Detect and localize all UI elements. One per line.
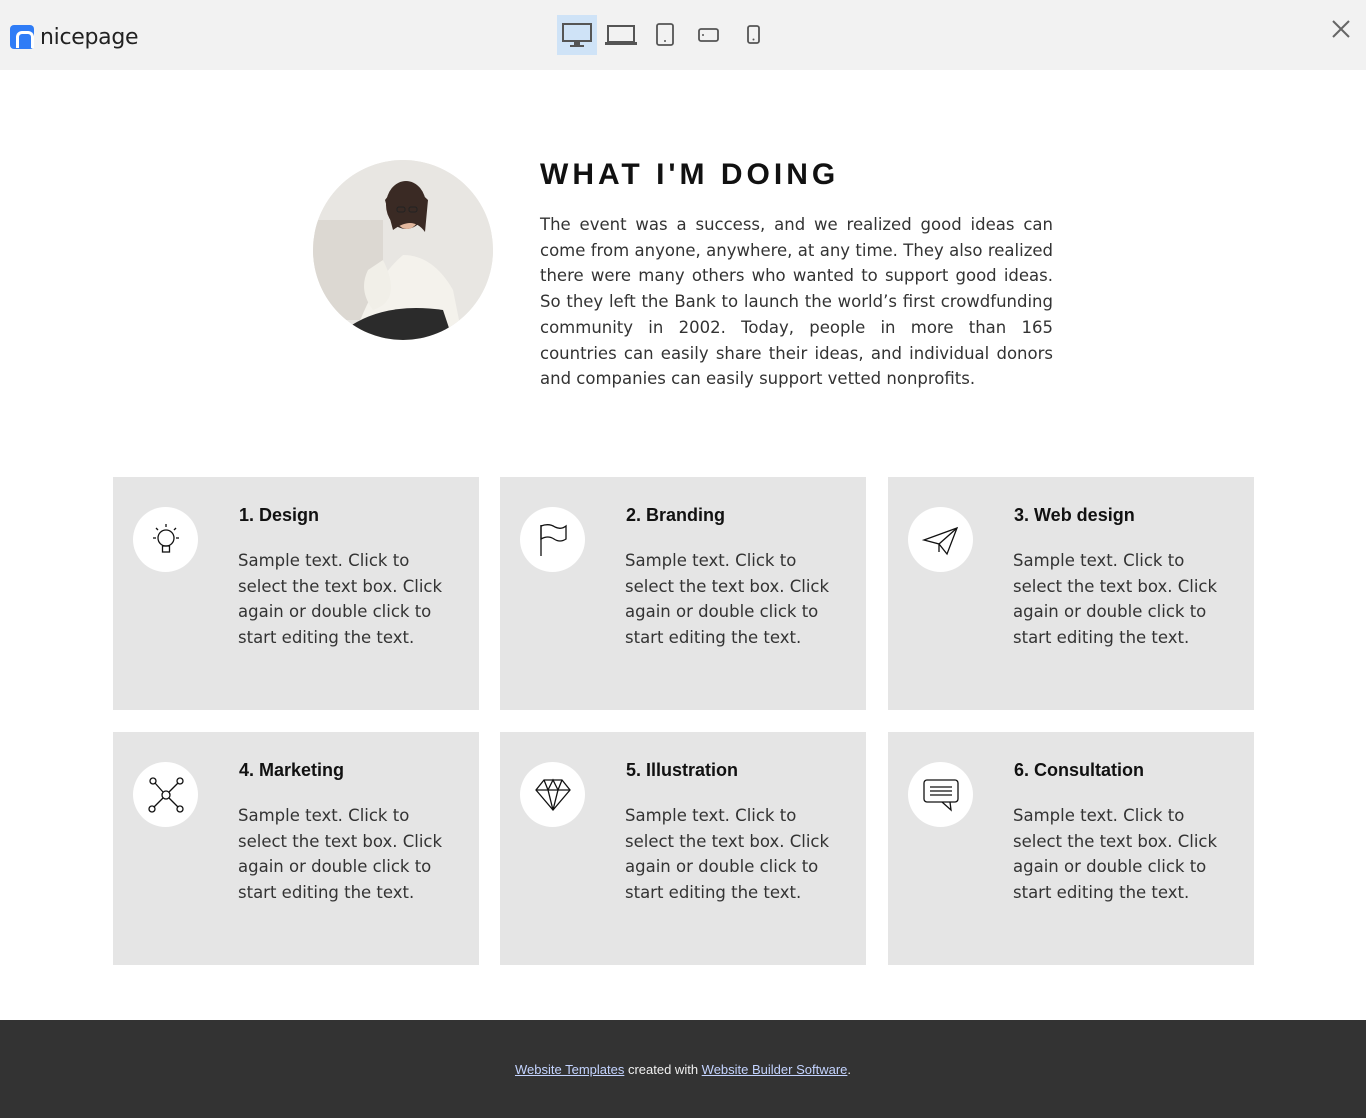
service-title: 5. Illustration [626, 760, 739, 780]
chat-icon [922, 778, 959, 812]
laptop-icon [605, 25, 637, 45]
service-card-web-design[interactable]: 3. Web design Sample text. Click to sele… [888, 477, 1254, 710]
service-title: 1. Design [239, 505, 320, 525]
tablet-icon [656, 23, 674, 46]
service-card-design[interactable]: 1. Design Sample text. Click to select t… [113, 477, 479, 710]
device-switcher [557, 15, 773, 55]
portrait-image [313, 160, 493, 340]
service-text: Sample text. Click to select the text bo… [238, 806, 443, 903]
service-text: Sample text. Click to select the text bo… [625, 551, 830, 648]
about-text: The event was a success, and we realized… [540, 215, 1053, 389]
footer: Website Templates created with Website B… [0, 1020, 1366, 1118]
service-title: 6. Consultation [1014, 760, 1144, 780]
network-icon [147, 776, 184, 813]
phone-icon [747, 25, 760, 44]
footer-middle-text: created with [624, 1061, 702, 1077]
website-builder-link[interactable]: Website Builder Software [702, 1062, 848, 1077]
website-templates-link[interactable]: Website Templates [515, 1062, 624, 1077]
device-tablet-landscape-button[interactable] [689, 15, 729, 55]
lightbulb-icon [152, 523, 179, 553]
tablet-landscape-icon [698, 28, 719, 42]
about-title: WHAT I'M DOING [540, 158, 840, 191]
service-text: Sample text. Click to select the text bo… [238, 551, 443, 648]
service-icon-circle [133, 507, 198, 572]
close-button[interactable] [1328, 16, 1354, 42]
device-phone-button[interactable] [733, 15, 773, 55]
logo-text: nicepage [40, 24, 139, 50]
device-tablet-button[interactable] [645, 15, 685, 55]
paper-plane-icon [921, 526, 958, 555]
service-card-branding[interactable]: 2. Branding Sample text. Click to select… [500, 477, 866, 710]
service-icon-circle [908, 762, 973, 827]
nicepage-logo-icon [10, 25, 34, 49]
desktop-icon [562, 23, 592, 47]
profile-photo [313, 160, 493, 340]
top-bar: nicepage [0, 0, 1366, 70]
footer-text: Website Templates created with Website B… [515, 1062, 851, 1077]
service-text: Sample text. Click to select the text bo… [1013, 551, 1218, 648]
nicepage-logo[interactable]: nicepage [10, 24, 139, 50]
device-desktop-button[interactable] [557, 15, 597, 55]
service-title: 3. Web design [1014, 505, 1135, 525]
service-icon-circle [133, 762, 198, 827]
service-title: 4. Marketing [239, 760, 345, 780]
service-icon-circle [520, 762, 585, 827]
close-icon [1332, 20, 1350, 38]
service-icon-circle [908, 507, 973, 572]
service-icon-circle [520, 507, 585, 572]
footer-end-text: . [847, 1061, 852, 1077]
service-text: Sample text. Click to select the text bo… [625, 806, 830, 903]
service-text: Sample text. Click to select the text bo… [1013, 806, 1218, 903]
service-title: 2. Branding [626, 505, 726, 525]
service-card-consultation[interactable]: 6. Consultation Sample text. Click to se… [888, 732, 1254, 965]
device-laptop-button[interactable] [601, 15, 641, 55]
flag-icon [539, 523, 567, 556]
diamond-icon [534, 778, 571, 811]
service-card-marketing[interactable]: 4. Marketing Sample text. Click to selec… [113, 732, 479, 965]
service-card-illustration[interactable]: 5. Illustration Sample text. Click to se… [500, 732, 866, 965]
